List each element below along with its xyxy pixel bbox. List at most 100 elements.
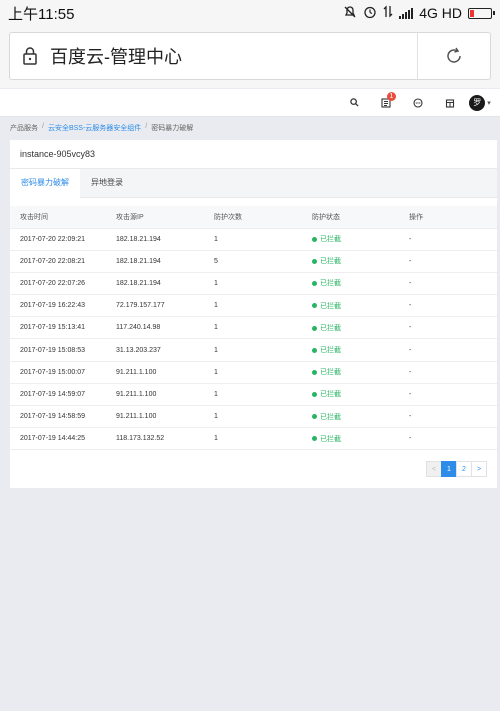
status-text: 已拦截 [320, 324, 341, 332]
cell-attack-time: 2017-07-19 15:13:41 [10, 316, 106, 340]
cell-attack-time: 2017-07-20 22:07:26 [10, 272, 106, 296]
cell-defense-status: 已拦截 [302, 383, 399, 407]
column-header-status: 防护状态 [302, 206, 399, 229]
table-row: 2017-07-20 22:09:21 182.18.21.194 1 已拦截 - [10, 228, 497, 251]
status-dot-icon [312, 258, 317, 264]
search-icon[interactable] [338, 98, 370, 107]
cell-source-ip: 182.18.21.194 [106, 272, 204, 296]
main-card: instance-905vcy83 密码暴力破解 异地登录 攻击时间 攻击源IP… [10, 140, 497, 488]
table-row: 2017-07-19 16:22:43 72.179.157.177 1 已拦截 - [10, 294, 497, 318]
instance-name: instance-905vcy83 [20, 149, 96, 159]
cell-attack-time: 2017-07-20 22:08:21 [10, 250, 106, 273]
clock: 上午11:55 [8, 5, 75, 23]
breadcrumb-item-bss[interactable]: 云安全BSS-云服务器安全组件 [48, 123, 141, 133]
page-button-2[interactable]: 2 [456, 461, 472, 477]
prev-page-button[interactable]: < [426, 461, 442, 477]
tab-remote-login[interactable]: 异地登录 [80, 169, 134, 197]
status-dot-icon [312, 392, 317, 398]
browser-bar: 百度云-管理中心 [0, 26, 500, 88]
network-label: 4G HD [419, 5, 462, 21]
cell-defense-count: 1 [204, 272, 302, 296]
cell-defense-count: 1 [204, 338, 302, 362]
lock-icon [10, 46, 50, 66]
status-text: 已拦截 [320, 369, 341, 377]
cell-actions: - [399, 228, 497, 251]
table-header-row: 攻击时间 攻击源IP 防护次数 防护状态 操作 [10, 206, 497, 229]
app-header: 1 罗 ▾ [0, 89, 500, 117]
cell-defense-status: 已拦截 [302, 405, 399, 429]
cell-attack-time: 2017-07-19 15:00:07 [10, 361, 106, 384]
status-dot-icon [312, 303, 317, 309]
cell-defense-status: 已拦截 [302, 338, 399, 362]
cell-attack-time: 2017-07-19 16:22:43 [10, 294, 106, 318]
status-dot-icon [312, 436, 317, 442]
notification-badge: 1 [387, 91, 396, 101]
table-row: 2017-07-19 15:00:07 91.211.1.100 1 已拦截 - [10, 361, 497, 384]
status-text: 已拦截 [320, 302, 341, 310]
data-transfer-icon [383, 5, 393, 21]
table-row: 2017-07-19 14:59:07 91.211.1.100 1 已拦截 - [10, 383, 497, 407]
cell-defense-count: 1 [204, 405, 302, 429]
user-menu[interactable]: 罗 ▾ [466, 94, 494, 111]
status-text: 已拦截 [320, 236, 341, 244]
cell-source-ip: 118.173.132.52 [106, 427, 204, 451]
status-text: 已拦截 [320, 413, 341, 421]
cell-defense-status: 已拦截 [302, 427, 399, 451]
status-text: 已拦截 [320, 280, 341, 288]
breadcrumb-item-products[interactable]: 产品服务 [10, 123, 38, 133]
tab-brute-force[interactable]: 密码暴力破解 [10, 169, 80, 198]
chevron-down-icon: ▾ [487, 99, 491, 107]
cell-source-ip: 72.179.157.177 [106, 294, 204, 318]
breadcrumb-item-current: 密码暴力破解 [151, 125, 194, 132]
cell-source-ip: 91.211.1.100 [106, 361, 204, 384]
column-header-actions: 操作 [399, 206, 497, 229]
cell-defense-count: 1 [204, 383, 302, 407]
cell-attack-time: 2017-07-19 15:08:53 [10, 338, 106, 362]
cell-defense-status: 已拦截 [302, 316, 399, 340]
status-dot-icon [312, 236, 317, 242]
cell-defense-status: 已拦截 [302, 294, 399, 318]
cell-defense-count: 1 [204, 294, 302, 318]
column-header-time: 攻击时间 [10, 206, 106, 229]
cell-source-ip: 182.18.21.194 [106, 228, 204, 251]
cell-source-ip: 91.211.1.100 [106, 383, 204, 407]
cell-source-ip: 117.240.14.98 [106, 316, 204, 340]
status-dot-icon [312, 325, 317, 331]
column-header-count: 防护次数 [204, 206, 302, 229]
reload-icon[interactable] [418, 46, 490, 66]
table-row: 2017-07-19 14:44:25 118.173.132.52 1 已拦截 - [10, 427, 497, 451]
column-header-ip: 攻击源IP [106, 206, 204, 229]
cell-actions: - [399, 250, 497, 273]
building-icon[interactable] [434, 98, 466, 108]
page-title: 百度云-管理中心 [50, 47, 182, 67]
cell-actions: - [399, 338, 497, 362]
message-list-icon[interactable]: 1 [370, 91, 402, 108]
cell-defense-count: 1 [204, 427, 302, 451]
status-text: 已拦截 [320, 435, 341, 443]
cell-source-ip: 182.18.21.194 [106, 250, 204, 273]
table-row: 2017-07-19 15:13:41 117.240.14.98 1 已拦截 - [10, 316, 497, 340]
address-bar[interactable]: 百度云-管理中心 [9, 32, 491, 80]
breadcrumb: 产品服务 / 云安全BSS-云服务器安全组件 / 密码暴力破解 [10, 123, 193, 133]
tab-bar: 密码暴力破解 异地登录 [10, 168, 497, 198]
breadcrumb-separator: / [145, 123, 148, 130]
status-dot-icon [312, 281, 317, 287]
status-icons: 4G HD [343, 5, 495, 22]
cell-source-ip: 31.13.203.237 [106, 338, 204, 362]
status-bar: 上午11:55 4G HD [0, 0, 500, 26]
cell-defense-status: 已拦截 [302, 250, 399, 273]
cell-defense-count: 1 [204, 228, 302, 251]
chat-icon[interactable] [402, 97, 434, 108]
cell-actions: - [399, 294, 497, 318]
page-button-1[interactable]: 1 [441, 461, 457, 477]
cell-defense-status: 已拦截 [302, 272, 399, 296]
avatar: 罗 [469, 94, 486, 111]
cell-defense-count: 5 [204, 250, 302, 273]
attack-table: 攻击时间 攻击源IP 防护次数 防护状态 操作 2017-07-20 22:09… [10, 206, 497, 451]
alarm-icon [363, 5, 377, 22]
next-page-button[interactable]: > [471, 461, 487, 477]
cell-source-ip: 91.211.1.100 [106, 405, 204, 429]
cell-actions: - [399, 272, 497, 296]
cell-attack-time: 2017-07-19 14:44:25 [10, 427, 106, 451]
signal-icon [399, 7, 414, 19]
